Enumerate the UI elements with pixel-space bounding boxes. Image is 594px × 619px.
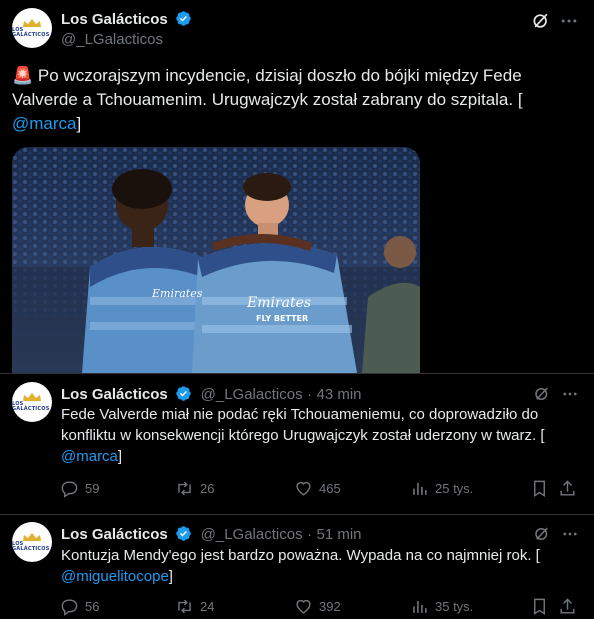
tweet-text: Fede Valverde miał nie podać ręki Tchoua…: [61, 404, 576, 467]
reply-button[interactable]: 59: [60, 479, 99, 498]
verified-badge-icon: [176, 386, 191, 401]
tweet-suffix: ]: [117, 448, 123, 465]
verified-badge-icon: [176, 11, 191, 26]
jersey-sponsor-left: Emirates: [152, 287, 203, 300]
views-icon: [413, 482, 427, 495]
bookmark-button[interactable]: [530, 479, 555, 498]
author-name[interactable]: Los Galácticos: [61, 11, 168, 28]
tweet-image[interactable]: Emirates Emirates FLY BETTER: [12, 147, 420, 373]
avatar-logo-text: LOS GALÁCTICOS: [12, 27, 50, 38]
jersey-sponsor-right: Emirates: [247, 295, 312, 311]
like-button[interactable]: 392: [294, 597, 341, 616]
tweet-body: Po wczorajszym incydencie, dzisiaj doszł…: [12, 66, 523, 109]
avatar-logo-text: LOS GALÁCTICOS: [12, 541, 50, 552]
repost-icon: [178, 599, 191, 614]
tweet-text: 🚨 Po wczorajszym incydencie, dzisiaj dos…: [12, 64, 572, 136]
repost-count: 24: [200, 599, 215, 614]
tweet-text: Kontuzja Mendy'ego jest bardzo poważna. …: [61, 545, 576, 587]
grok-icon[interactable]: [530, 10, 552, 32]
more-options-icon[interactable]: [558, 10, 580, 32]
reply-icon: [61, 599, 78, 616]
author-name[interactable]: Los Galácticos: [61, 526, 168, 543]
like-count: 392: [319, 599, 341, 614]
like-button[interactable]: 465: [294, 479, 341, 498]
views-button[interactable]: 35 tys.: [410, 597, 473, 616]
share-icon: [560, 598, 575, 614]
siren-emoji: 🚨: [12, 66, 34, 86]
repost-icon: [178, 481, 191, 496]
reply-count: 56: [85, 599, 100, 614]
mention-link[interactable]: @marca: [12, 114, 77, 133]
verified-badge-icon: [176, 526, 191, 541]
separator-dot: ·: [307, 526, 313, 543]
crown-icon: [23, 19, 41, 27]
jersey-slogan: FLY BETTER: [256, 314, 309, 323]
views-count: 25 tys.: [435, 481, 474, 496]
reply-count: 59: [85, 481, 100, 496]
mention-link[interactable]: @marca: [61, 448, 118, 465]
avatar[interactable]: LOS GALÁCTICOS: [12, 8, 52, 48]
reply-button[interactable]: 56: [60, 597, 99, 616]
author-name[interactable]: Los Galácticos: [61, 386, 168, 403]
avatar-logo-text: LOS GALÁCTICOS: [12, 401, 50, 412]
separator-dot: ·: [307, 386, 313, 403]
timestamp[interactable]: 51 min: [316, 526, 361, 543]
stadium-crowd-graphic: [12, 147, 420, 373]
tweet-body: Kontuzja Mendy'ego jest bardzo poważna. …: [61, 547, 540, 564]
share-button[interactable]: [558, 597, 583, 616]
more-options-icon[interactable]: [560, 384, 580, 404]
tweet-suffix: ]: [76, 114, 82, 133]
heart-icon: [296, 599, 311, 614]
heart-icon: [296, 481, 311, 496]
tweet-body: Fede Valverde miał nie podać ręki Tchoua…: [61, 406, 545, 444]
repost-button[interactable]: 26: [175, 479, 214, 498]
avatar[interactable]: LOS GALÁCTICOS: [12, 382, 52, 422]
share-button[interactable]: [558, 479, 583, 498]
reply-icon: [61, 481, 78, 498]
avatar[interactable]: LOS GALÁCTICOS: [12, 522, 52, 562]
repost-count: 26: [200, 481, 215, 496]
bookmark-icon: [534, 598, 545, 615]
grok-icon[interactable]: [532, 384, 552, 404]
views-button[interactable]: 25 tys.: [410, 479, 473, 498]
grok-icon[interactable]: [532, 524, 552, 544]
views-icon: [413, 600, 427, 613]
divider: [0, 514, 594, 515]
timestamp[interactable]: 43 min: [316, 386, 361, 403]
repost-button[interactable]: 24: [175, 597, 214, 616]
author-handle[interactable]: @_LGalacticos: [201, 526, 303, 543]
crown-icon: [23, 393, 41, 401]
author-handle[interactable]: @_LGalacticos: [201, 386, 303, 403]
divider: [0, 373, 594, 374]
tweet-suffix: ]: [168, 568, 173, 585]
like-count: 465: [319, 481, 341, 496]
share-icon: [560, 480, 575, 496]
bookmark-button[interactable]: [530, 597, 555, 616]
mention-link[interactable]: @miguelitocope: [61, 568, 169, 585]
author-handle[interactable]: @_LGalacticos: [61, 31, 163, 48]
crown-icon: [23, 533, 41, 541]
more-options-icon[interactable]: [560, 524, 580, 544]
views-count: 35 tys.: [435, 599, 474, 614]
bookmark-icon: [534, 480, 545, 497]
